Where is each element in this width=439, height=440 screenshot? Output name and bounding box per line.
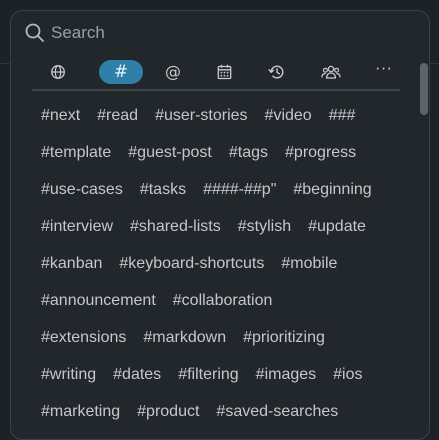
tag-item[interactable]: #use-cases bbox=[41, 181, 123, 199]
search-bar bbox=[11, 11, 429, 55]
tag-item[interactable]: #tags bbox=[229, 144, 268, 162]
tag-item[interactable]: #writing bbox=[41, 366, 96, 384]
tag-item[interactable]: #prioritizing bbox=[243, 329, 325, 347]
people-icon bbox=[321, 64, 341, 80]
tag-item[interactable]: #stylish bbox=[238, 218, 291, 236]
tag-row: #marketing #product #saved-searches bbox=[41, 393, 419, 430]
tag-row: #interview #shared-lists #stylish #update bbox=[41, 208, 419, 245]
scrollbar-thumb[interactable] bbox=[420, 63, 428, 115]
tag-item[interactable]: #marketing bbox=[41, 403, 120, 421]
tab-recent[interactable] bbox=[254, 60, 298, 84]
tag-item[interactable]: #beginning bbox=[293, 181, 371, 199]
tag-list: #next #read #user-stories #video ### #templat… bbox=[41, 97, 419, 430]
tag-row: #use-cases #tasks ####-##p" #beginning bbox=[41, 171, 419, 208]
tag-item[interactable]: #next bbox=[41, 107, 80, 125]
tag-item[interactable]: #ios bbox=[333, 366, 362, 384]
tag-item[interactable]: #filtering bbox=[178, 366, 238, 384]
tab-mentions[interactable]: @ bbox=[151, 60, 195, 84]
tag-item[interactable]: #kanban bbox=[41, 255, 102, 273]
more-icon: ··· bbox=[375, 59, 393, 78]
tag-item[interactable]: #collaboration bbox=[173, 292, 273, 310]
tag-row: #announcement #collaboration bbox=[41, 282, 419, 319]
tag-item[interactable]: #announcement bbox=[41, 292, 156, 310]
tag-row: #kanban #keyboard-shortcuts #mobile bbox=[41, 245, 419, 282]
tag-item[interactable]: #read bbox=[97, 107, 138, 125]
scrollbar[interactable] bbox=[420, 39, 428, 435]
at-icon: @ bbox=[165, 62, 181, 81]
tag-item[interactable]: #dates bbox=[113, 366, 161, 384]
tag-item[interactable]: #update bbox=[308, 218, 366, 236]
background-divider-right bbox=[430, 63, 439, 64]
tag-item[interactable]: #video bbox=[265, 107, 312, 125]
tag-item[interactable]: #guest-post bbox=[128, 144, 212, 162]
tag-item[interactable]: #product bbox=[137, 403, 199, 421]
tag-item[interactable]: ####-##p" bbox=[203, 181, 276, 199]
tabs-divider bbox=[32, 89, 400, 91]
tag-item[interactable]: #markdown bbox=[143, 329, 226, 347]
tag-picker-popover: # @ bbox=[10, 10, 430, 440]
background-divider-left bbox=[0, 63, 10, 64]
tab-dates[interactable] bbox=[202, 60, 246, 84]
tab-more[interactable]: ··· bbox=[362, 60, 406, 84]
tag-item[interactable]: #shared-lists bbox=[130, 218, 221, 236]
tag-row: #writing #dates #filtering #images #ios bbox=[41, 356, 419, 393]
tag-item[interactable]: #progress bbox=[285, 144, 356, 162]
globe-icon bbox=[50, 64, 66, 80]
history-icon bbox=[268, 64, 285, 80]
tag-item[interactable]: #extensions bbox=[41, 329, 126, 347]
tab-people[interactable] bbox=[309, 60, 353, 84]
tag-row: #extensions #markdown #prioritizing bbox=[41, 319, 419, 356]
search-icon bbox=[24, 22, 46, 44]
tag-item[interactable]: #interview bbox=[41, 218, 113, 236]
tab-tags[interactable]: # bbox=[99, 60, 143, 84]
filter-tabs: # @ ··· bbox=[32, 60, 400, 86]
hash-icon: # bbox=[113, 61, 129, 82]
tag-item[interactable]: #mobile bbox=[281, 255, 337, 273]
tag-item[interactable]: #template bbox=[41, 144, 111, 162]
tag-item[interactable]: #keyboard-shortcuts bbox=[119, 255, 264, 273]
tag-item[interactable]: ### bbox=[329, 107, 356, 125]
tag-item[interactable]: #images bbox=[256, 366, 316, 384]
tag-row: #template #guest-post #tags #progress bbox=[41, 134, 419, 171]
tag-item[interactable]: #user-stories bbox=[155, 107, 247, 125]
tab-all[interactable] bbox=[36, 60, 80, 84]
calendar-icon bbox=[217, 64, 232, 80]
tag-item[interactable]: #tasks bbox=[140, 181, 186, 199]
tag-item[interactable]: #saved-searches bbox=[216, 403, 338, 421]
tag-row: #next #read #user-stories #video ### bbox=[41, 97, 419, 134]
search-input[interactable] bbox=[51, 19, 411, 47]
